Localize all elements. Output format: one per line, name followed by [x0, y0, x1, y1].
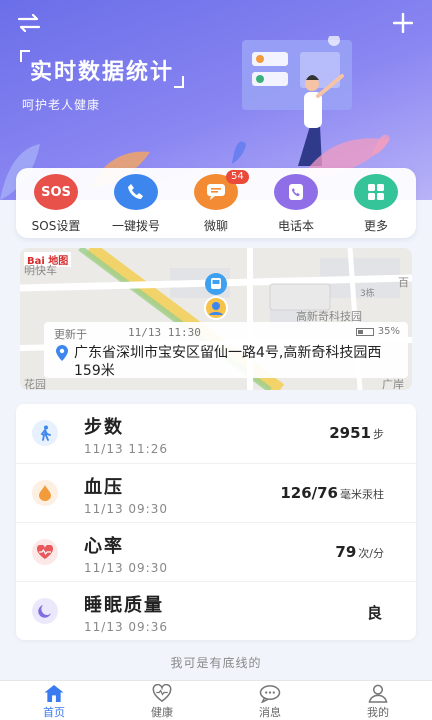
message-icon [259, 685, 281, 703]
map-place-label: 花园 [24, 378, 46, 390]
value-number: 79 [335, 543, 357, 561]
sos-settings-button[interactable]: SOS SOS设置 [18, 168, 94, 238]
sos-icon: SOS [34, 174, 78, 210]
battery-status: 35% [355, 326, 400, 337]
bus-stop-icon [205, 273, 227, 295]
value-number: 126/76 [280, 484, 338, 502]
profile-icon [368, 684, 388, 703]
heart-icon [32, 539, 58, 565]
grid-icon [354, 174, 398, 210]
action-label: SOS设置 [31, 219, 81, 233]
tab-label: 我的 [367, 706, 389, 719]
location-map[interactable]: Bai 地图 明快车 高新奇科技园 3栋 百 花园 广岸 更新于 11/13 1… [20, 248, 412, 390]
battery-icon [355, 327, 374, 336]
metric-time: 11/13 09:30 [84, 561, 168, 575]
health-row-heart-rate[interactable]: 心率 11/13 09:30 79 次/分 [16, 522, 416, 581]
tab-health[interactable]: 健康 [108, 681, 216, 720]
metric-name: 血压 [84, 477, 124, 498]
bottom-tab-bar: 首页 健康 消息 我的 [0, 680, 432, 720]
map-place-label: 百 [398, 276, 409, 289]
one-key-dial-button[interactable]: 一键拨号 [98, 168, 174, 238]
tab-label: 首页 [43, 706, 65, 719]
address-text: 广东省深圳市宝安区留仙一路4号,高新奇科技园西159米 [74, 345, 382, 379]
health-row-sleep[interactable]: 睡眠质量 11/13 09:36 良 [16, 581, 416, 640]
value-number: 良 [366, 604, 382, 622]
slogan-title: 实时数据统计 [19, 50, 185, 88]
metric-name: 心率 [84, 536, 124, 557]
value-unit: 次/分 [358, 547, 384, 560]
home-icon [44, 684, 64, 703]
phonebook-button[interactable]: 电话本 [258, 168, 334, 238]
quick-actions: SOS SOS设置 一键拨号 54 微聊 电话本 更多 [16, 168, 416, 238]
metric-value: 良 [367, 602, 384, 623]
action-label: 更多 [363, 219, 388, 233]
address: 广东省深圳市宝安区留仙一路4号,高新奇科技园西159米 [54, 344, 394, 380]
phone-icon [114, 174, 158, 210]
end-of-list-note: 我可是有底线的 [170, 656, 262, 670]
health-icon [152, 684, 172, 703]
tab-label: 消息 [259, 706, 281, 719]
metric-name: 睡眠质量 [84, 595, 164, 616]
action-label: 一键拨号 [111, 219, 160, 233]
more-button[interactable]: 更多 [338, 168, 414, 238]
metric-time: 11/13 09:30 [84, 502, 168, 516]
user-location-avatar[interactable] [204, 296, 228, 320]
map-place-label: 3栋 [360, 289, 375, 299]
location-pin-icon [56, 345, 68, 361]
walk-icon [32, 420, 58, 446]
updated-label: 更新于 [54, 328, 87, 341]
action-label: 电话本 [277, 219, 314, 233]
battery-percent: 35% [377, 326, 400, 337]
phonebook-icon [274, 174, 318, 210]
metric-name: 步数 [84, 417, 124, 438]
value-unit: 步 [373, 428, 384, 441]
moon-icon [32, 598, 58, 624]
value-unit: 毫米汞柱 [340, 488, 384, 501]
unread-badge: 54 [226, 170, 249, 184]
tab-label: 健康 [151, 706, 173, 719]
slogan: 实时数据统计 呵护老人健康 [19, 50, 185, 113]
metric-value: 2951 步 [329, 424, 384, 442]
metric-value: 126/76 毫米汞柱 [280, 484, 384, 502]
health-metrics-list: 步数 11/13 11:26 2951 步 血压 11/13 09:30 126/… [16, 404, 416, 640]
health-row-blood-pressure[interactable]: 血压 11/13 09:30 126/76 毫米汞柱 [16, 463, 416, 522]
drop-icon [32, 480, 58, 506]
add-icon[interactable] [388, 10, 418, 36]
location-info-card[interactable]: 更新于 11/13 11:30 35% 广东省深圳市宝安区留仙一路4号,高新奇科… [44, 322, 408, 380]
wechat-button[interactable]: 54 微聊 [178, 168, 254, 238]
tab-home[interactable]: 首页 [0, 681, 108, 720]
health-row-steps[interactable]: 步数 11/13 11:26 2951 步 [16, 404, 416, 463]
action-label: 微聊 [203, 219, 228, 233]
switch-icon[interactable] [14, 10, 44, 36]
tab-messages[interactable]: 消息 [216, 681, 324, 720]
updated-time: 11/13 11:30 [128, 326, 201, 339]
value-number: 2951 [329, 424, 371, 442]
metric-time: 11/13 11:26 [84, 442, 168, 456]
metric-value: 79 次/分 [335, 543, 384, 561]
tab-profile[interactable]: 我的 [324, 681, 432, 720]
slogan-subtitle: 呵护老人健康 [22, 98, 101, 112]
map-place-label: 明快车 [24, 264, 57, 277]
metric-time: 11/13 09:36 [84, 620, 168, 634]
battery-fill [357, 329, 363, 334]
